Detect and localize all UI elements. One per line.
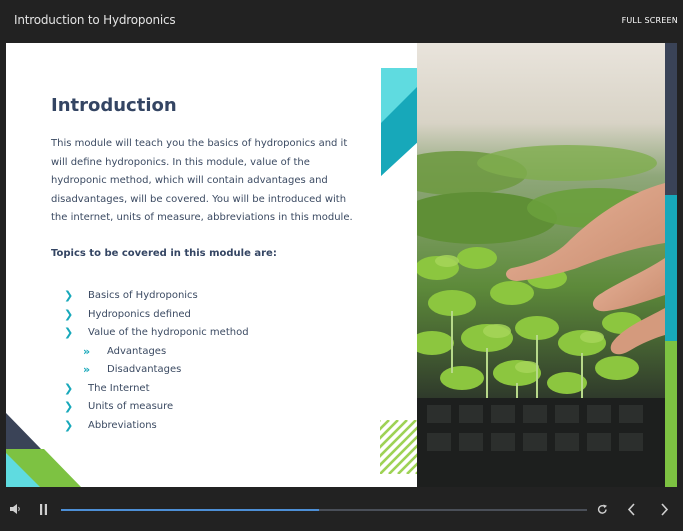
list-item: ❯ Units of measure <box>64 398 249 417</box>
player-controls <box>0 487 683 531</box>
list-item: » Disadvantages <box>83 361 249 380</box>
speaker-icon[interactable] <box>10 504 22 514</box>
topic-label: Units of measure <box>88 401 174 412</box>
topics-list: ❯ Basics of Hydroponics ❯ Hydroponics defi… <box>64 287 249 435</box>
seedlings-photo <box>417 43 665 487</box>
topic-label: Hydroponics defined <box>88 308 191 320</box>
pause-icon[interactable] <box>39 504 48 515</box>
list-item: ❯ Abbreviations <box>64 417 249 436</box>
list-item: ❯ Value of the hydroponic method <box>64 324 249 343</box>
replay-icon[interactable] <box>597 504 608 515</box>
double-chevron-right-icon: » <box>83 344 91 358</box>
slide-canvas: Introduction This module will teach you … <box>6 43 677 487</box>
progress-sidebar-strip <box>665 43 677 487</box>
course-title: Introduction to Hydroponics <box>14 13 176 27</box>
list-item: ❯ Hydroponics defined <box>64 306 249 325</box>
topic-label: Basics of Hydroponics <box>88 290 198 301</box>
topic-label: Advantages <box>107 345 167 357</box>
chevron-right-icon: ❯ <box>64 326 74 339</box>
chevron-right-icon: ❯ <box>64 400 74 413</box>
chevron-right-icon: ❯ <box>64 418 74 432</box>
topic-label: Value of the hydroponic method <box>88 327 249 338</box>
topic-label: Disadvantages <box>107 364 182 375</box>
list-item: ❯ Basics of Hydroponics <box>64 287 249 306</box>
double-chevron-right-icon: » <box>83 363 91 376</box>
topic-label: The Internet <box>88 382 150 394</box>
list-item: » Advantages <box>83 343 249 362</box>
progress-track[interactable] <box>61 509 587 511</box>
progress-fill <box>61 509 319 511</box>
chevron-right-icon: ❯ <box>64 381 74 395</box>
topics-heading: Topics to be covered in this module are: <box>51 248 277 259</box>
chevron-right-icon: ❯ <box>64 289 74 302</box>
chevron-left-icon[interactable] <box>627 503 636 516</box>
list-item: ❯ The Internet <box>64 380 249 399</box>
slide-heading: Introduction <box>51 95 177 116</box>
intro-paragraph: This module will teach you the basics of… <box>51 138 353 223</box>
fullscreen-button[interactable]: FULL SCREEN <box>622 16 678 25</box>
top-bar: Introduction to Hydroponics FULL SCREEN <box>0 0 683 42</box>
chevron-right-icon[interactable] <box>660 503 669 516</box>
chevron-right-icon: ❯ <box>64 307 74 321</box>
topic-label: Abbreviations <box>88 419 157 431</box>
